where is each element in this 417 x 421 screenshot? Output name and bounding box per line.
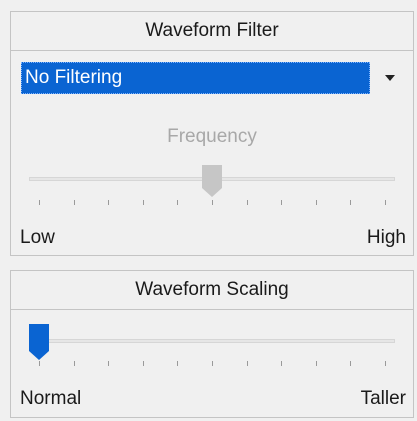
scaling-slider-ticks [21, 361, 403, 369]
waveform-filter-group: Waveform Filter No Filtering Frequency L… [10, 11, 414, 256]
slider-tick [246, 200, 248, 205]
slider-tick [108, 361, 110, 366]
waveform-filter-title: Waveform Filter [11, 12, 413, 51]
slider-tick [73, 200, 75, 205]
waveform-scaling-group: Waveform Scaling Normal Taller [10, 270, 414, 418]
slider-tick [281, 200, 283, 205]
dropdown-arrow-button[interactable] [376, 62, 403, 94]
slider-tick [281, 361, 283, 366]
slider-tick [73, 361, 75, 366]
slider-tick [315, 200, 317, 205]
frequency-slider[interactable] [21, 162, 403, 205]
scaling-slider-track [29, 339, 395, 343]
slider-tick [177, 200, 179, 205]
scaling-slider[interactable] [21, 321, 403, 366]
waveform-scaling-title: Waveform Scaling [11, 271, 413, 310]
slider-tick [350, 361, 352, 366]
slider-tick [315, 361, 317, 366]
slider-tick [350, 200, 352, 205]
slider-tick [39, 200, 40, 205]
scaling-slider-thumb[interactable] [28, 323, 50, 366]
frequency-slider-thumb[interactable] [201, 164, 223, 203]
slider-tick [108, 200, 110, 205]
slider-tick [385, 361, 386, 366]
scaling-min-label: Normal [20, 388, 82, 409]
filter-type-dropdown[interactable]: No Filtering [21, 62, 403, 94]
chevron-down-icon [384, 75, 395, 81]
frequency-label: Frequency [167, 126, 257, 147]
scaling-max-label: Taller [360, 388, 406, 409]
slider-tick [142, 361, 144, 366]
frequency-min-label: Low [20, 227, 55, 248]
frequency-max-label: High [366, 227, 406, 248]
slider-tick [385, 200, 386, 205]
slider-tick [246, 361, 248, 366]
slider-tick [177, 361, 179, 366]
slider-tick [142, 200, 144, 205]
filter-type-selected[interactable]: No Filtering [21, 62, 370, 94]
slider-tick [212, 361, 213, 366]
